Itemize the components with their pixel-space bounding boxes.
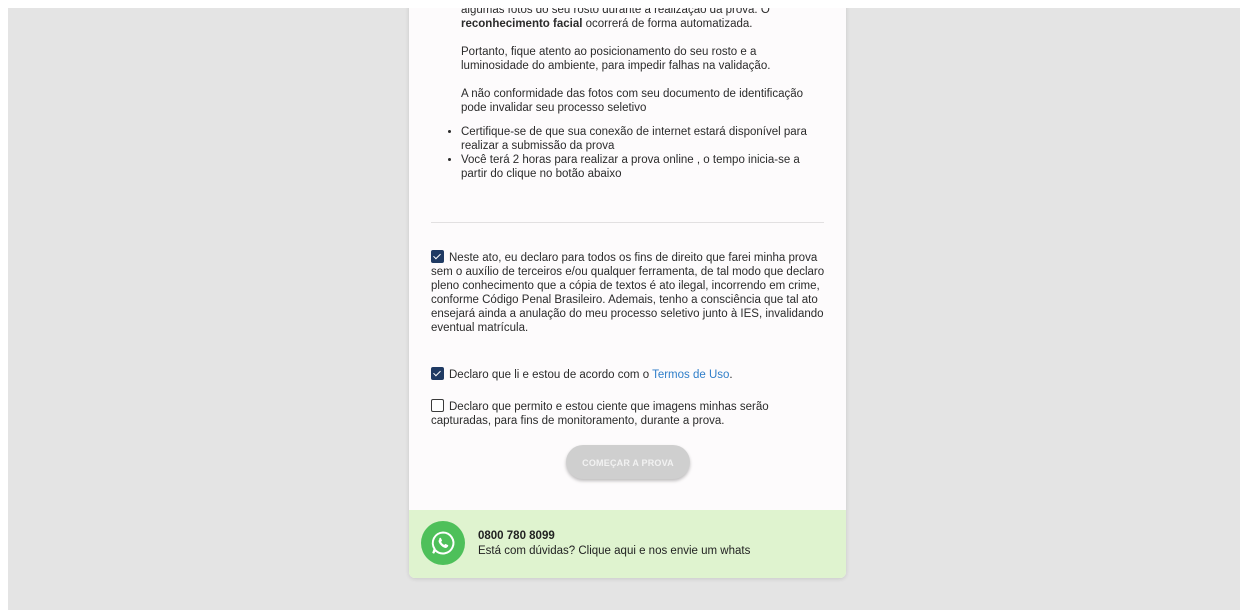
terms-of-use-link[interactable]: Termos de Uso <box>652 369 729 381</box>
whatsapp-help-text: Está com dúvidas? Clique aqui e nos envi… <box>478 545 751 557</box>
honesty-checkbox[interactable] <box>431 250 444 263</box>
exam-instructions-card: algumas fotos do seu rosto durante a rea… <box>409 8 846 578</box>
images-text: Declaro que permito e estou ciente que i… <box>431 401 769 427</box>
photo-line-1: algumas fotos do seu rosto durante a rea… <box>461 8 770 16</box>
section-divider <box>431 222 824 223</box>
start-exam-button[interactable]: COMEÇAR A PROVA <box>566 445 690 479</box>
whatsapp-phone-number: 0800 780 8099 <box>478 530 555 542</box>
instruction-bullets: Certifique-se de que sua conexão de inte… <box>431 125 826 181</box>
bullet-time: Você terá 2 horas para realizar a prova … <box>461 153 826 181</box>
honesty-text: Neste ato, eu declaro para todos os fins… <box>431 252 825 334</box>
whatsapp-help-bar[interactable]: 0800 780 8099 Está com dúvidas? Clique a… <box>409 510 846 578</box>
facial-recognition-bold: reconhecimento facial <box>461 18 583 30</box>
terms-period: . <box>729 369 733 381</box>
positioning-paragraph: Portanto, fique atento ao posicionamento… <box>461 46 771 72</box>
terms-declaration: Declaro que li e estou de acordo com o T… <box>431 367 826 382</box>
page-background: algumas fotos do seu rosto durante a rea… <box>8 8 1240 610</box>
terms-checkbox[interactable] <box>431 367 444 380</box>
images-checkbox[interactable] <box>431 399 444 412</box>
nonconformity-paragraph: A não conformidade das fotos com seu doc… <box>461 88 804 114</box>
bullet-internet: Certifique-se de que sua conexão de inte… <box>461 125 826 153</box>
photo-line-2: ocorrerá de forma automatizada. <box>582 18 753 30</box>
honesty-declaration: Neste ato, eu declaro para todos os fins… <box>431 250 826 335</box>
instructions-text: algumas fotos do seu rosto durante a rea… <box>431 8 826 181</box>
images-declaration: Declaro que permito e estou ciente que i… <box>431 399 826 428</box>
photo-capture-text: algumas fotos do seu rosto durante a rea… <box>431 8 826 31</box>
whatsapp-icon <box>421 521 465 565</box>
whatsapp-glyph <box>431 531 455 555</box>
terms-text: Declaro que li e estou de acordo com o <box>449 369 653 381</box>
